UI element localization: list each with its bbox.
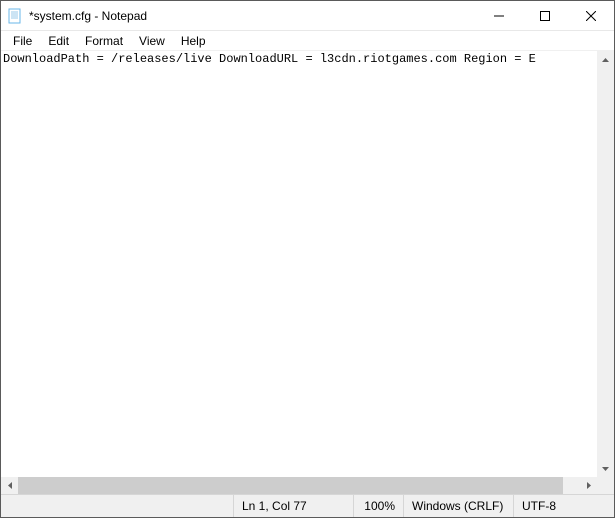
window-title: *system.cfg - Notepad [29,9,476,23]
minimize-button[interactable] [476,1,522,30]
status-cursor-position: Ln 1, Col 77 [234,495,354,517]
status-line-ending: Windows (CRLF) [404,495,514,517]
status-zoom: 100% [354,495,404,517]
menu-view[interactable]: View [131,32,173,50]
horizontal-scrollbar[interactable] [1,477,614,494]
menu-file[interactable]: File [5,32,40,50]
statusbar: Ln 1, Col 77 100% Windows (CRLF) UTF-8 [1,494,614,517]
editor-area: DownloadPath = /releases/live DownloadUR… [1,51,614,477]
horizontal-scroll-track[interactable] [18,477,580,494]
menu-format[interactable]: Format [77,32,131,50]
close-button[interactable] [568,1,614,30]
scroll-right-icon[interactable] [580,477,597,494]
horizontal-scroll-thumb[interactable] [18,477,563,494]
titlebar: *system.cfg - Notepad [1,1,614,31]
vertical-scrollbar[interactable] [597,51,614,477]
window-controls [476,1,614,30]
menu-edit[interactable]: Edit [40,32,77,50]
scroll-corner [597,477,614,494]
maximize-button[interactable] [522,1,568,30]
scroll-down-icon[interactable] [597,460,614,477]
notepad-icon [7,8,23,24]
status-spacer [1,495,234,517]
vertical-scroll-track[interactable] [597,68,614,460]
scroll-left-icon[interactable] [1,477,18,494]
status-encoding: UTF-8 [514,495,614,517]
text-content[interactable]: DownloadPath = /releases/live DownloadUR… [1,51,597,477]
menu-help[interactable]: Help [173,32,214,50]
menubar: File Edit Format View Help [1,31,614,51]
scroll-up-icon[interactable] [597,51,614,68]
